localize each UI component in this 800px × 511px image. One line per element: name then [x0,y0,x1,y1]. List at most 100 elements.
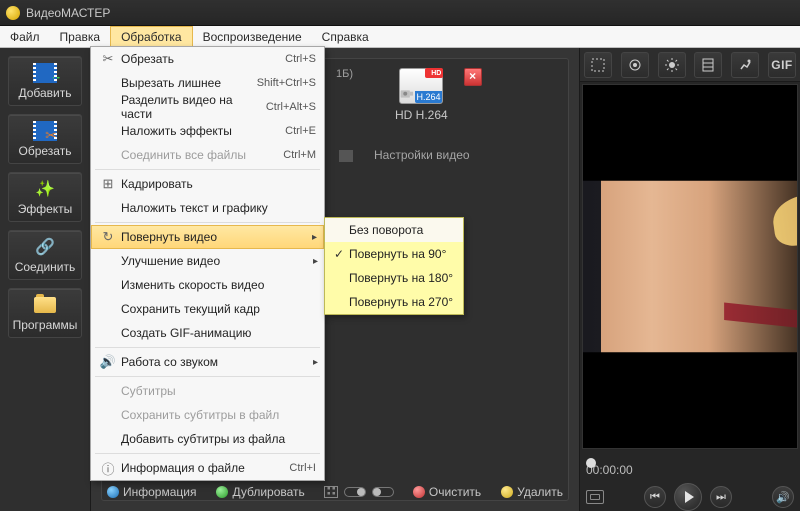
menu-file[interactable]: Файл [0,26,50,47]
sidebar-cut-button[interactable]: ✂ Обрезать [8,114,82,164]
sidebar: + Добавить ✂ Обрезать ✨ Эффекты 🔗 Соедин… [0,48,90,511]
rotate-submenu: Без поворота✓Повернуть на 90°Повернуть н… [324,217,464,315]
scissors-icon: ✂ [95,51,121,67]
submenu-item-label: Повернуть на 270° [349,295,453,309]
sidebar-add-button[interactable]: + Добавить [8,56,82,106]
clear-button[interactable]: Очистить [407,484,487,500]
crop-icon: ⊞ [95,176,121,192]
sidebar-join-button[interactable]: 🔗 Соединить [8,230,82,280]
menu-item[interactable]: Изменить скорость видео [91,273,324,297]
delete-button[interactable]: Удалить [495,484,569,500]
volume-button[interactable]: 🔊 [772,486,794,508]
menu-item[interactable]: ⊞Кадрировать [91,172,324,196]
menu-item[interactable]: Создать GIF-анимацию [91,321,324,345]
menu-item[interactable]: ⓘИнформация о файлеCtrl+I [91,456,324,480]
crop-tool[interactable] [584,52,612,78]
play-button[interactable] [674,483,702,511]
app-title: ВидеоМАСТЕР [26,6,110,20]
app-logo-icon [6,6,20,20]
list-view-icon[interactable] [324,486,338,498]
submenu-item[interactable]: Повернуть на 270° [325,290,463,314]
menu-item-label: Улучшение видео [121,254,316,268]
speed-tool[interactable] [731,52,759,78]
menu-edit[interactable]: Правка [50,26,111,47]
menu-item: Субтитры [91,379,324,403]
menu-item[interactable]: Улучшение видео▸ [91,249,324,273]
info-button[interactable]: Информация [101,484,202,500]
info-icon: ⓘ [95,459,121,478]
sound-icon: 🔊 [95,354,121,370]
menu-item[interactable]: Вырезать лишнееShift+Ctrl+S [91,71,324,95]
duplicate-button[interactable]: Дублировать [210,484,310,500]
preview-video[interactable] [582,84,798,449]
menu-item-label: Наложить эффекты [121,124,285,138]
sun-icon [665,58,679,72]
video-settings-link[interactable]: Настройки видео [374,148,470,162]
submenu-arrow-icon: ▸ [313,357,318,368]
sidebar-item-label: Обрезать [19,144,72,158]
menu-item[interactable]: Наложить текст и графику [91,196,324,220]
snapshot-button[interactable] [586,490,604,504]
menu-item-label: Субтитры [121,384,316,398]
delete-icon [501,486,513,498]
submenu-item[interactable]: Повернуть на 180° [325,266,463,290]
gif-tool[interactable]: GIF [768,52,796,78]
folder-icon [34,297,56,313]
submenu-item-label: Без поворота [349,223,423,237]
menu-item[interactable]: ↻Повернуть видео▸ [91,225,324,249]
menu-item-label: Соединить все файлы [121,148,283,162]
next-button[interactable]: ⏭ [710,486,732,508]
menu-item[interactable]: Наложить эффектыCtrl+E [91,119,324,143]
sidebar-item-label: Эффекты [18,202,73,216]
camera-icon [400,83,414,103]
close-button[interactable]: × [464,68,482,86]
sidebar-item-label: Добавить [18,86,71,100]
submenu-item-label: Повернуть на 180° [349,271,453,285]
menu-processing[interactable]: Обработка [110,26,193,47]
menu-item-label: Информация о файле [121,461,289,475]
menu-help[interactable]: Справка [312,26,379,47]
menu-item-label: Изменить скорость видео [121,278,316,292]
sidebar-effects-button[interactable]: ✨ Эффекты [8,172,82,222]
menu-item-label: Наложить текст и графику [121,201,316,215]
wand-icon: ✨ [33,178,57,200]
submenu-item-label: Повернуть на 90° [349,247,446,261]
crop-icon [591,58,605,72]
sidebar-programs-button[interactable]: Программы [8,288,82,338]
info-icon [107,486,119,498]
menu-item-label: Вырезать лишнее [121,76,257,90]
preview-panel: GIF 00:00:00 ⏮ ⏭ 🔊 [580,48,800,511]
levels-tool[interactable] [621,52,649,78]
menu-item-label: Сохранить субтитры в файл [121,408,316,422]
menu-item-label: Кадрировать [121,177,316,191]
time-label: 00:00:00 [586,463,794,477]
submenu-item[interactable]: ✓Повернуть на 90° [325,242,463,266]
prev-button[interactable]: ⏮ [644,486,666,508]
titlebar: ВидеоМАСТЕР [0,0,800,26]
effects-tool[interactable] [694,52,722,78]
menu-playback[interactable]: Воспроизведение [193,26,312,47]
codec-tile[interactable]: HD H.264 HD H.264 [395,68,448,122]
clear-icon [413,486,425,498]
menu-item-label: Сохранить текущий кадр [121,302,316,316]
menu-item[interactable]: ✂ОбрезатьCtrl+S [91,47,324,71]
menu-item[interactable]: Сохранить текущий кадр [91,297,324,321]
file-size-fragment: 1Б) [336,68,362,80]
menu-item-label: Создать GIF-анимацию [121,326,316,340]
runner-icon [738,58,752,72]
toggle-1[interactable] [344,487,366,497]
view-toggles [324,486,394,498]
menu-item: Сохранить субтитры в файл [91,403,324,427]
toggle-2[interactable] [372,487,394,497]
submenu-arrow-icon: ▸ [313,256,318,267]
menu-item[interactable]: Разделить видео на частиCtrl+Alt+S [91,95,324,119]
settings-icon [339,148,356,162]
submenu-arrow-icon: ▸ [312,232,317,243]
film-add-icon: + [36,63,54,83]
submenu-item[interactable]: Без поворота [325,218,463,242]
brightness-tool[interactable] [658,52,686,78]
menu-item[interactable]: 🔊Работа со звуком▸ [91,350,324,374]
processing-menu: ✂ОбрезатьCtrl+SВырезать лишнееShift+Ctrl… [90,46,325,481]
check-icon: ✓ [329,247,349,261]
menu-item[interactable]: Добавить субтитры из файла [91,427,324,451]
